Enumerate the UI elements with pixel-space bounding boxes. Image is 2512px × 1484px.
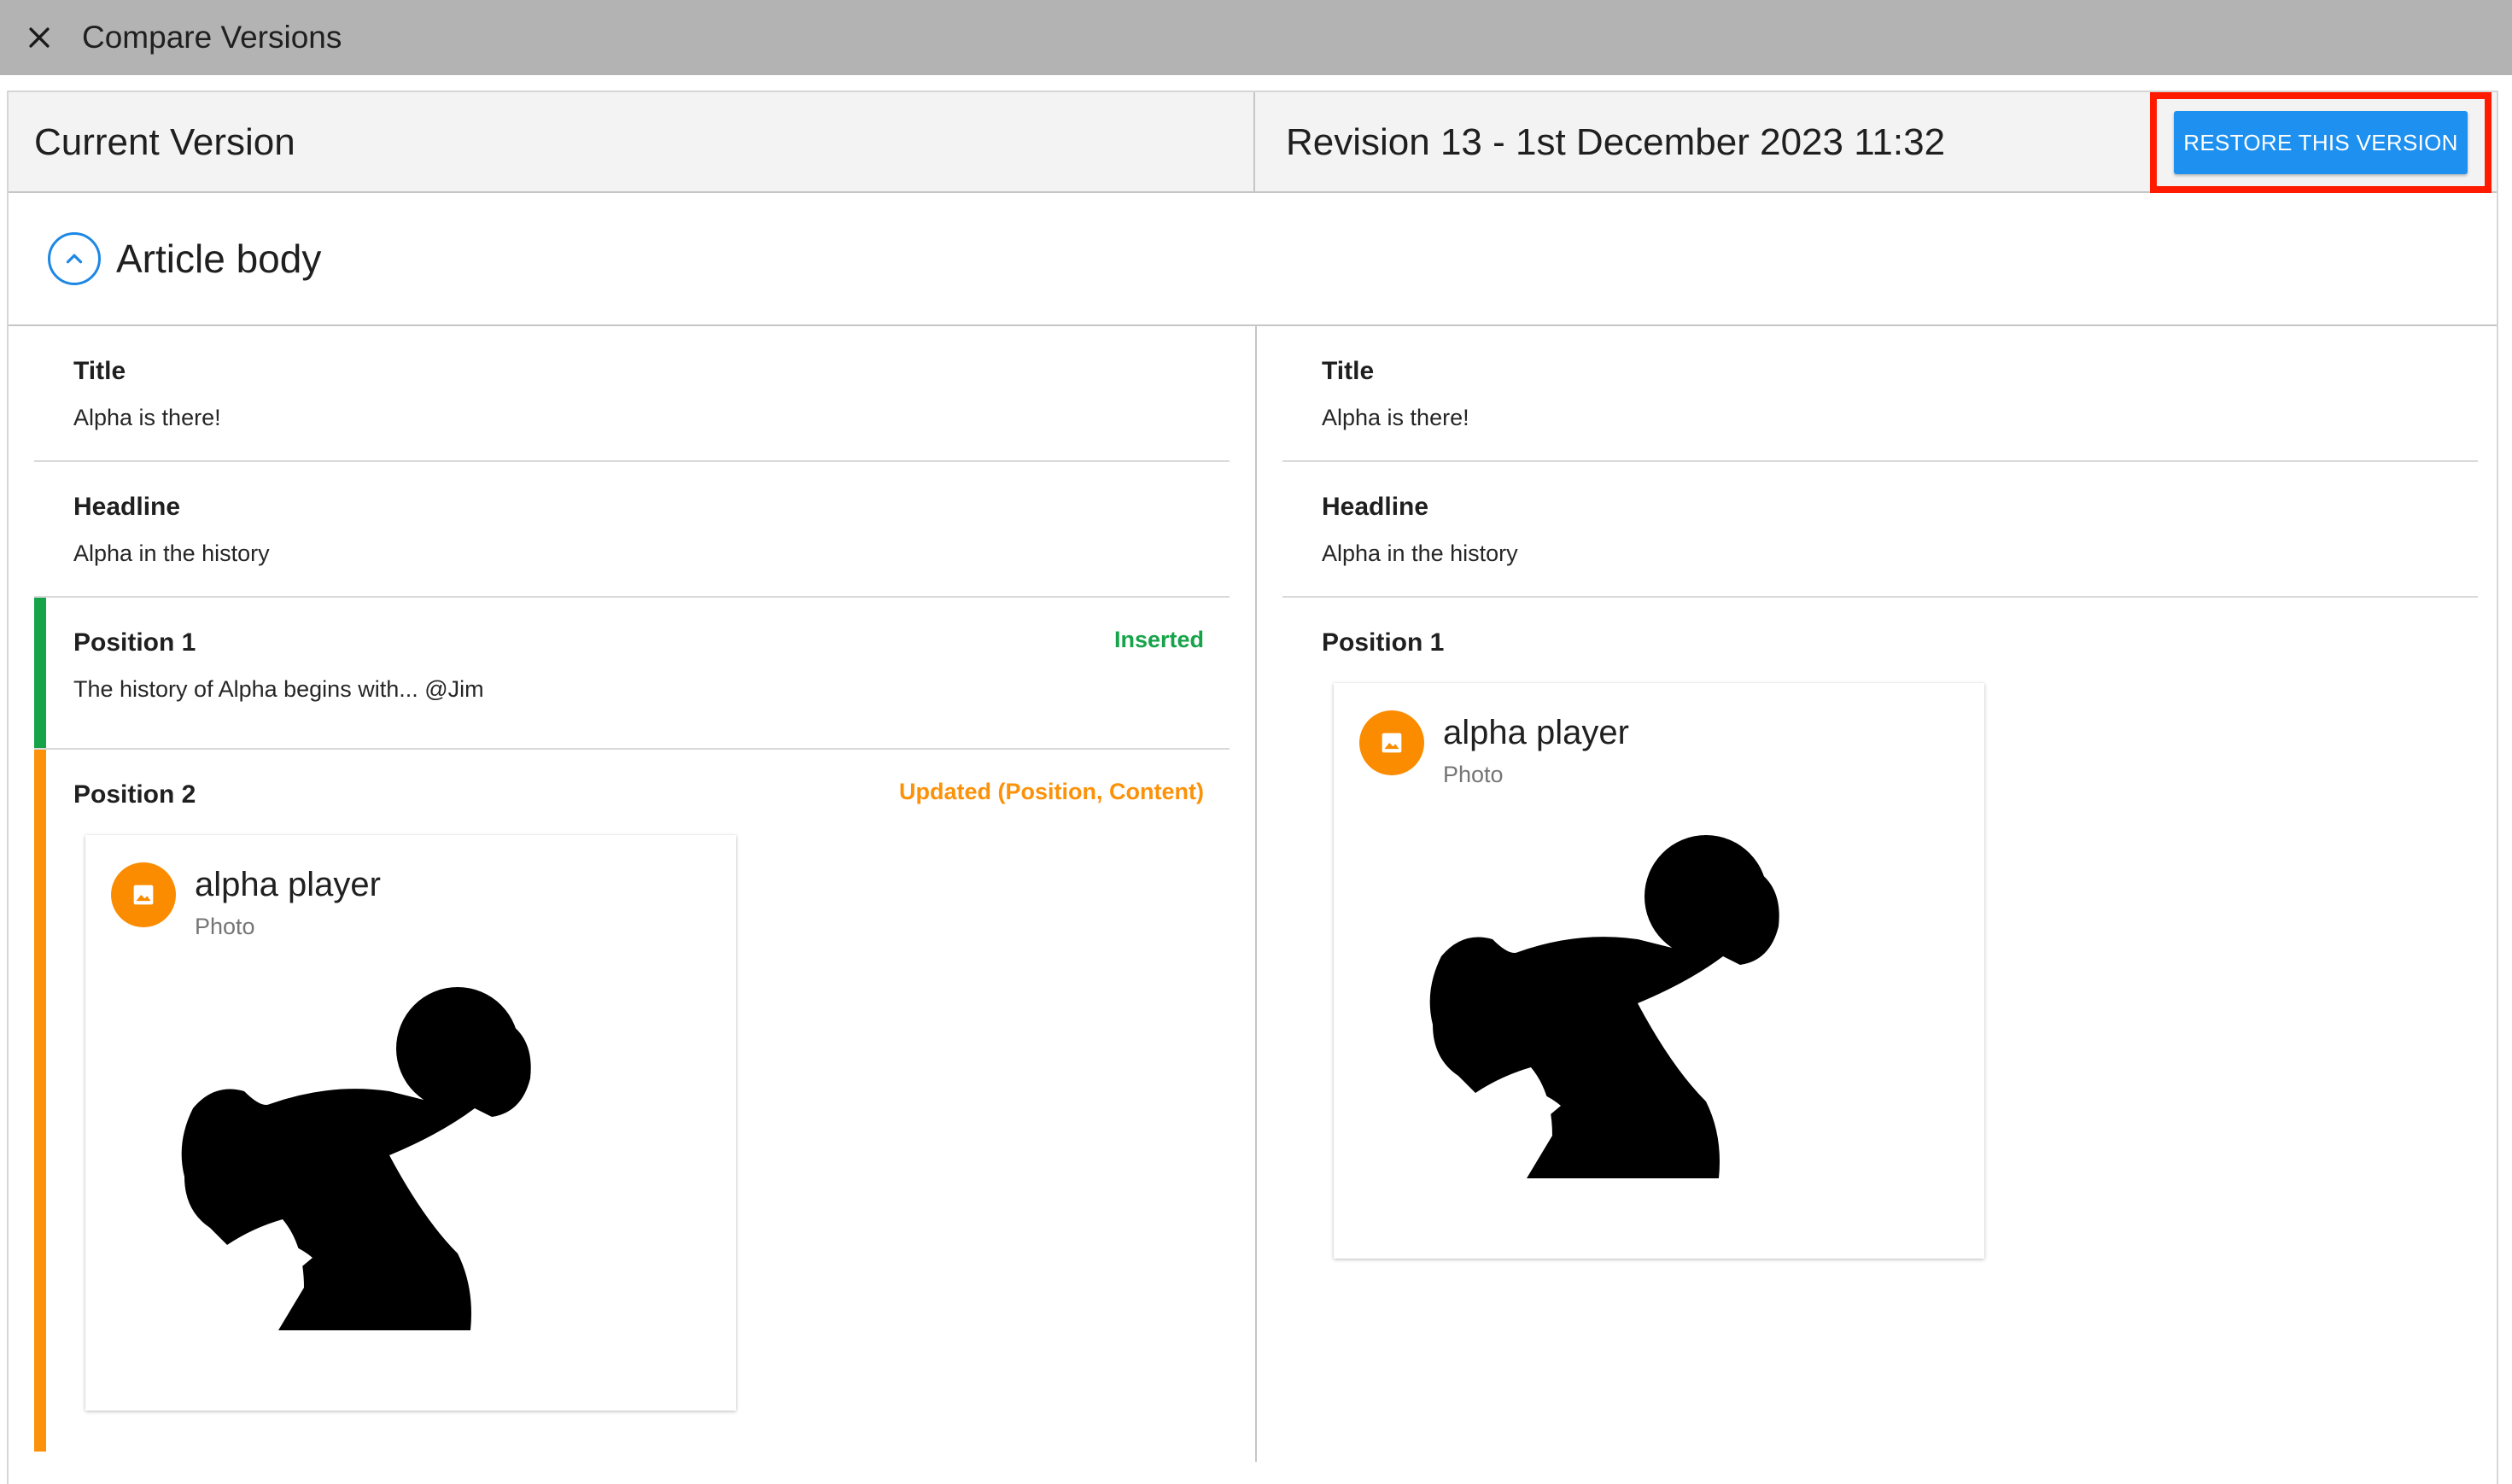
column-divider [1255,326,1257,1462]
revision-column: Title Alpha is there! Headline Alpha in … [1282,326,2478,1281]
card-subtitle: Photo [195,914,255,939]
current-version-column: Title Alpha is there! Headline Alpha in … [34,326,1230,1452]
updated-status: Updated (Position, Content) [899,779,1204,804]
field-label: Headline [1322,493,1429,521]
field-headline: Headline Alpha in the history [34,462,1230,598]
field-value: The history of Alpha begins with... @Jim [73,676,484,702]
compare-panel: Current Version Revision 13 - 1st Decemb… [7,91,2498,1484]
card-subtitle: Photo [1443,762,1504,787]
field-label: Position 1 [73,628,196,657]
photo-card[interactable]: alpha player Photo [85,835,736,1411]
field-position-1: Position 1 The history of Alpha begins w… [34,598,1230,750]
current-version-title: Current Version [9,92,1255,193]
field-value: Alpha in the history [73,540,270,566]
field-title: Title Alpha is there! [1282,326,2478,462]
image-icon [111,862,176,927]
dialog-toolbar: Compare Versions [0,0,2512,75]
version-header: Current Version Revision 13 - 1st Decemb… [9,91,2497,193]
field-value: Alpha is there! [73,405,221,430]
field-position-2: Position 2 Updated (Position, Content) a… [34,750,1230,1452]
field-value: Alpha in the history [1322,540,1518,566]
field-label: Title [1322,357,1375,385]
restore-version-button[interactable]: RESTORE THIS VERSION [2174,111,2468,174]
restore-highlight: RESTORE THIS VERSION [2150,92,2492,193]
article-body-section-header[interactable]: Article body [9,193,2497,326]
field-headline: Headline Alpha in the history [1282,462,2478,598]
chevron-up-icon[interactable] [48,232,101,285]
section-title: Article body [116,237,322,281]
image-icon [1359,710,1424,775]
photo-card[interactable]: alpha player Photo [1334,683,1984,1259]
field-position-1: Position 1 alpha player Photo [1282,598,2478,1281]
close-icon[interactable] [22,20,56,55]
inserted-status: Inserted [1113,627,1204,652]
player-silhouette-image [1429,835,1779,1178]
field-title: Title Alpha is there! [34,326,1230,462]
field-label: Headline [73,493,181,521]
card-title: alpha player [195,866,381,903]
card-title: alpha player [1443,714,1629,751]
field-label: Position 1 [1322,628,1445,657]
updated-indicator-bar [34,750,46,1452]
player-silhouette-image [181,987,531,1330]
inserted-indicator-bar [34,598,46,748]
field-label: Title [73,357,126,385]
dialog-title: Compare Versions [82,20,342,55]
field-value: Alpha is there! [1322,405,1469,430]
